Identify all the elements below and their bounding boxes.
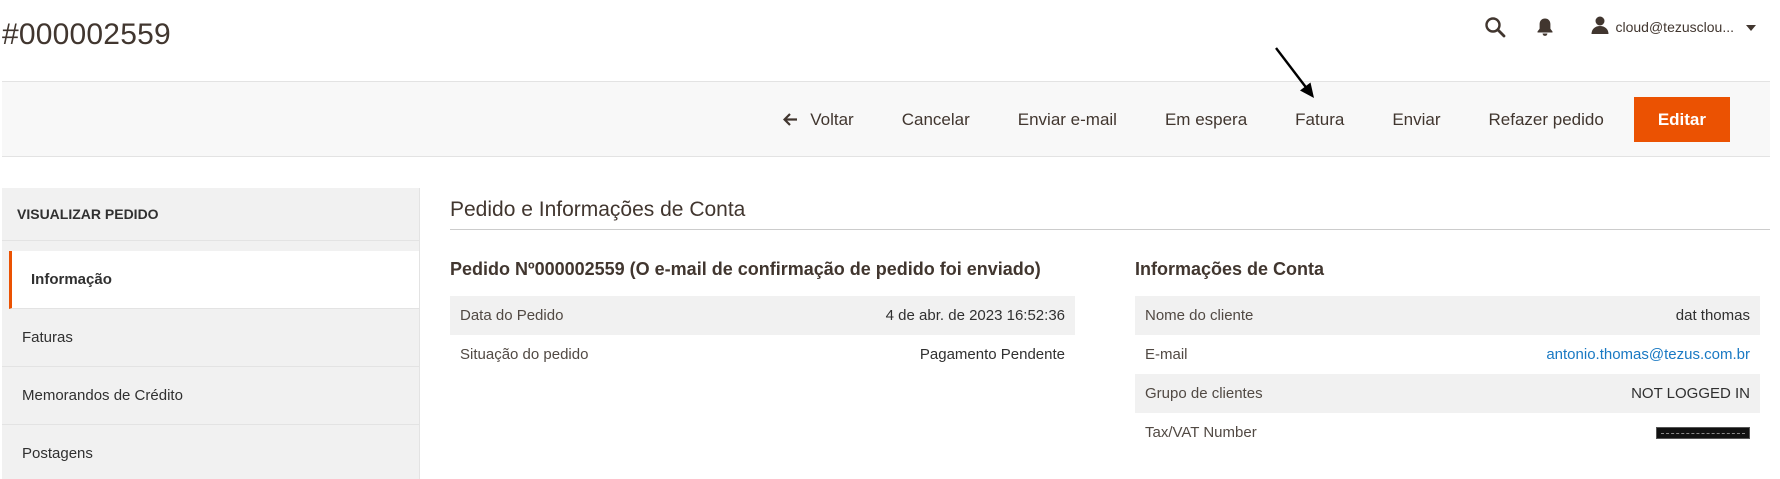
- edit-button[interactable]: Editar: [1633, 97, 1730, 142]
- header-actions: cloud@tezusclou...: [1478, 10, 1756, 44]
- info-row-customer-group: Grupo de clientes NOT LOGGED IN: [1135, 374, 1760, 413]
- tab-shipments[interactable]: Postagens: [2, 425, 419, 479]
- cancel-button[interactable]: Cancelar: [878, 97, 994, 142]
- order-info-title: Pedido Nº000002559 (O e-mail de confirma…: [450, 258, 1041, 279]
- info-label: Nome do cliente: [1145, 307, 1254, 324]
- section-title: Pedido e Informações de Conta: [450, 198, 1770, 230]
- info-label: Grupo de clientes: [1145, 385, 1263, 402]
- info-row-customer-name: Nome do cliente dat thomas: [1135, 296, 1760, 335]
- hold-button[interactable]: Em espera: [1141, 97, 1271, 142]
- back-button[interactable]: Voltar: [759, 97, 877, 142]
- info-row-tax-vat: Tax/VAT Number: [1135, 413, 1760, 452]
- info-label: Tax/VAT Number: [1145, 424, 1257, 441]
- page-title: #000002559: [2, 18, 171, 51]
- sidebar-title: VISUALIZAR PEDIDO: [2, 188, 419, 241]
- customer-email-link[interactable]: antonio.thomas@tezus.com.br: [1546, 346, 1750, 363]
- search-icon[interactable]: [1478, 10, 1512, 44]
- info-label: E-mail: [1145, 346, 1188, 363]
- info-label: Data do Pedido: [460, 307, 564, 324]
- info-row-order-status: Situação do pedido Pagamento Pendente: [450, 335, 1075, 374]
- order-info-column: Pedido Nº000002559 (O e-mail de confirma…: [450, 250, 1075, 452]
- account-info-column: Informações de Conta Nome do cliente dat…: [1135, 250, 1760, 452]
- info-value: 4 de abr. de 2023 16:52:36: [885, 307, 1065, 324]
- info-row-order-date: Data do Pedido 4 de abr. de 2023 16:52:3…: [450, 296, 1075, 335]
- tab-credit-memos[interactable]: Memorandos de Crédito: [2, 367, 419, 425]
- send-email-button[interactable]: Enviar e-mail: [994, 97, 1141, 142]
- info-value: Pagamento Pendente: [919, 346, 1065, 363]
- info-row-email: E-mail antonio.thomas@tezus.com.br: [1135, 335, 1760, 374]
- reorder-button[interactable]: Refazer pedido: [1465, 97, 1628, 142]
- info-value: dat thomas: [1675, 307, 1750, 324]
- order-view-sidebar: VISUALIZAR PEDIDO Informação Faturas Mem…: [2, 188, 420, 479]
- user-menu[interactable]: cloud@tezusclou...: [1590, 15, 1756, 40]
- user-icon: [1590, 15, 1610, 40]
- page-actions-toolbar: Voltar Cancelar Enviar e-mail Em espera …: [2, 81, 1770, 157]
- info-label: Situação do pedido: [460, 346, 589, 363]
- redacted-value: [1656, 426, 1750, 439]
- bell-icon[interactable]: [1528, 10, 1562, 44]
- tab-invoices[interactable]: Faturas: [2, 309, 419, 367]
- chevron-down-icon[interactable]: [1746, 18, 1756, 36]
- account-info-title: Informações de Conta: [1135, 258, 1325, 279]
- tab-information[interactable]: Informação: [9, 251, 419, 309]
- info-value: NOT LOGGED IN: [1631, 385, 1750, 402]
- ship-button[interactable]: Enviar: [1368, 97, 1464, 142]
- user-name: cloud@tezusclou...: [1615, 19, 1735, 35]
- annotation-arrow-icon: [1275, 47, 1314, 98]
- back-button-label: Voltar: [810, 109, 854, 129]
- arrow-left-icon: [783, 113, 798, 126]
- main-content: Pedido e Informações de Conta Pedido Nº0…: [450, 198, 1770, 452]
